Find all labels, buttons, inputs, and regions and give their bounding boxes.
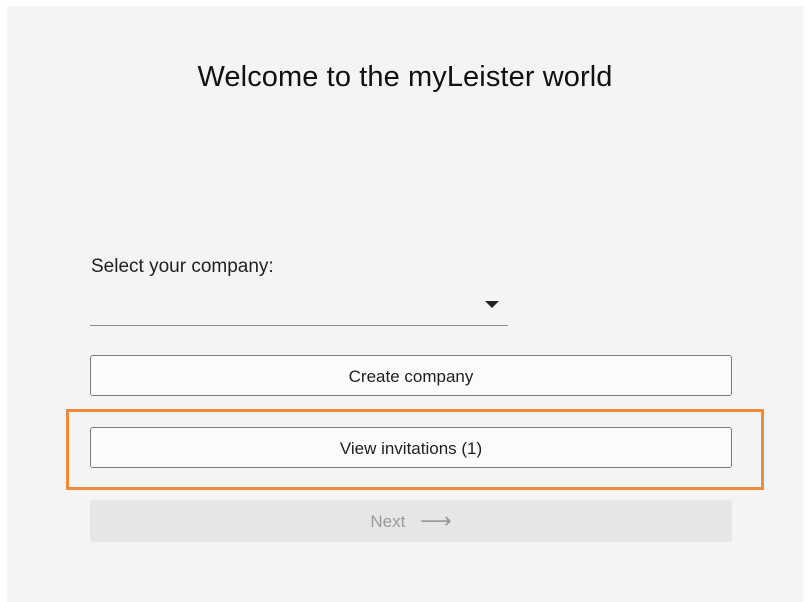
company-select[interactable] [90,288,508,326]
next-button[interactable]: Next ⟶ [90,500,732,542]
dropdown-arrow-icon [485,301,499,308]
next-button-label: Next [370,512,406,531]
welcome-panel: Welcome to the myLeister world Select yo… [7,6,803,602]
view-invitations-button[interactable]: View invitations (1) [90,427,732,468]
page-title: Welcome to the myLeister world [197,61,613,93]
create-company-button[interactable]: Create company [90,355,732,396]
company-select-label: Select your company: [91,256,274,277]
arrow-right-icon: ⟶ [420,508,452,533]
